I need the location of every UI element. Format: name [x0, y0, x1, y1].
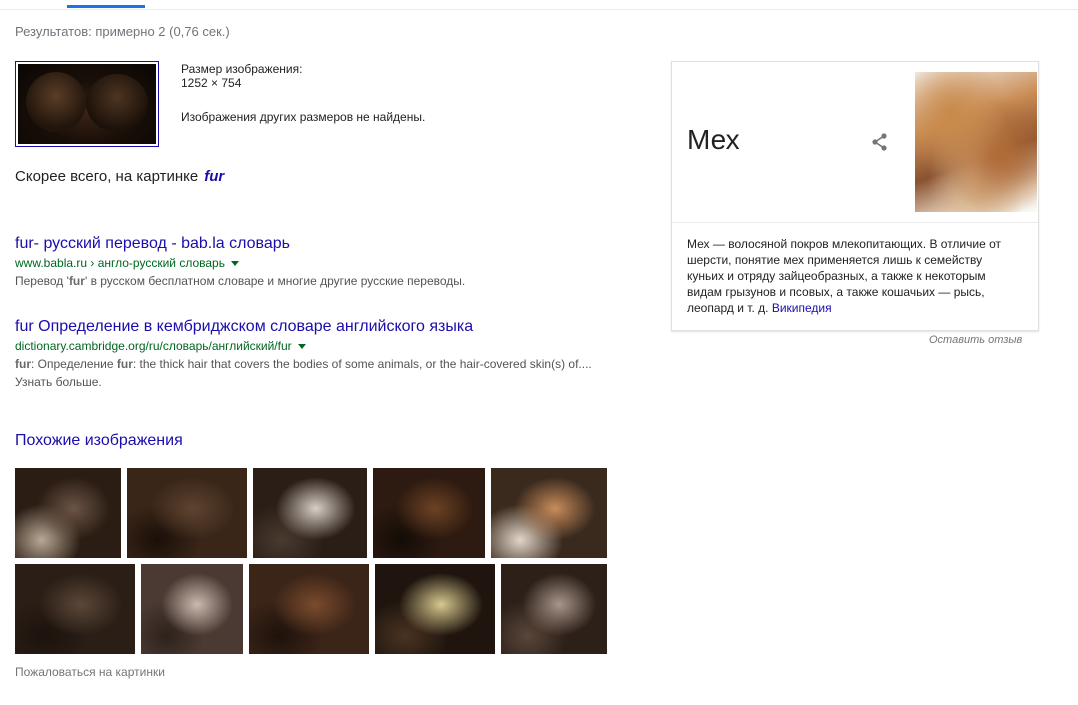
similar-image-3[interactable] — [253, 468, 367, 558]
knowledge-panel-title: Мех — [687, 124, 740, 155]
image-size-label: Размер изображения: — [181, 62, 303, 76]
similar-image-5[interactable] — [491, 468, 607, 558]
result-snippet: fur: Определение fur: the thick hair tha… — [15, 355, 625, 391]
snippet-bold: fur — [116, 357, 133, 371]
feedback-link[interactable]: Оставить отзыв — [929, 334, 1022, 346]
best-guess: Скорее всего, на картинке fur — [15, 168, 224, 185]
similar-image-9[interactable] — [375, 564, 495, 654]
snippet-bold: fur — [68, 274, 85, 288]
report-images-link[interactable]: Пожаловаться на картинки — [15, 665, 165, 679]
similar-images-heading[interactable]: Похожие изображения — [15, 432, 183, 450]
active-tab-indicator — [67, 5, 145, 8]
query-image — [18, 64, 156, 144]
similar-image-2[interactable] — [127, 468, 247, 558]
result-title-link[interactable]: fur- русский перевод - bab.la словарь — [15, 234, 625, 254]
best-guess-prefix: Скорее всего, на картинке — [15, 168, 199, 185]
divider — [672, 222, 1038, 223]
result-url-text: www.babla.ru › англо-русский словарь — [15, 256, 225, 270]
result-url-text: dictionary.cambridge.org/ru/словарь/англ… — [15, 339, 292, 353]
snippet-bold: fur — [15, 357, 31, 371]
share-icon[interactable] — [870, 132, 890, 152]
similar-image-8[interactable] — [249, 564, 369, 654]
similar-image-7[interactable] — [141, 564, 243, 654]
similar-image-6[interactable] — [15, 564, 135, 654]
top-nav-bar — [0, 0, 1078, 10]
no-other-sizes-text: Изображения других размеров не найдены. — [181, 110, 426, 124]
result-title-link[interactable]: fur Определение в кембриджском словаре а… — [15, 317, 625, 337]
knowledge-panel-description: Мех — волосяной покров млекопитающих. В … — [687, 236, 1022, 316]
query-image-thumbnail[interactable] — [15, 61, 159, 147]
result-stats: Результатов: примерно 2 (0,76 сек.) — [15, 24, 230, 39]
snippet-text: : Определение — [31, 357, 117, 371]
best-guess-query-link[interactable]: fur — [204, 168, 224, 185]
similar-image-10[interactable] — [501, 564, 607, 654]
fur-image[interactable] — [915, 72, 1037, 212]
knowledge-panel: Мех Мех — волосяной покров млекопитающих… — [671, 61, 1039, 331]
similar-image-4[interactable] — [373, 468, 485, 558]
result-url: www.babla.ru › англо-русский словарь — [15, 254, 625, 272]
snippet-text: ' в русском бесплатном словаре и многие … — [84, 274, 466, 288]
snippet-text: Перевод ' — [15, 274, 69, 288]
similar-image-1[interactable] — [15, 468, 121, 558]
url-dropdown-arrow-icon[interactable] — [297, 344, 306, 350]
description-text: Мех — волосяной покров млекопитающих. В … — [687, 237, 1002, 315]
search-result: fur- русский перевод - bab.la словарь ww… — [15, 234, 625, 290]
result-snippet: Перевод 'fur' в русском бесплатном слова… — [15, 272, 625, 290]
url-dropdown-arrow-icon[interactable] — [230, 261, 239, 267]
wikipedia-link[interactable]: Википедия — [772, 301, 832, 315]
result-url: dictionary.cambridge.org/ru/словарь/англ… — [15, 337, 625, 355]
image-size-value: 1252 × 754 — [181, 76, 242, 90]
search-result: fur Определение в кембриджском словаре а… — [15, 317, 625, 391]
